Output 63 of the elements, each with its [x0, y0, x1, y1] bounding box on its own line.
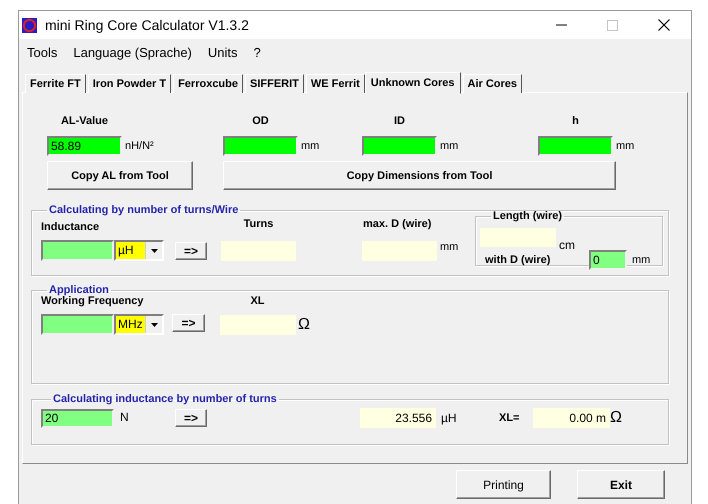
- result-field[interactable]: 23.556: [360, 408, 436, 428]
- result-field[interactable]: 0.00 m: [533, 408, 610, 428]
- tab[interactable]: WE Ferrit: [306, 74, 365, 93]
- unit-label: mm: [301, 140, 320, 152]
- field-label: XL: [249, 294, 266, 308]
- group-title: Application: [48, 284, 110, 296]
- input-field[interactable]: [41, 314, 114, 335]
- unit-label: µH: [441, 411, 458, 425]
- tab[interactable]: Air Cores: [462, 74, 522, 93]
- input-field[interactable]: [41, 240, 114, 261]
- tab[interactable]: Ferroxcube: [173, 74, 243, 93]
- group-title: Length (wire): [492, 210, 564, 222]
- field-label: XL=: [499, 411, 520, 425]
- menu-item[interactable]: Tools: [21, 44, 64, 60]
- calculate-button[interactable]: =>: [175, 409, 207, 427]
- unit-dropdown[interactable]: µH: [114, 240, 164, 261]
- tab[interactable]: Ferrite FT: [25, 74, 86, 93]
- unit-dropdown[interactable]: MHz: [114, 314, 164, 335]
- unit-label: cm: [559, 238, 575, 252]
- copy-button[interactable]: Copy Dimensions from Tool: [223, 161, 616, 190]
- field-label: with D (wire): [485, 253, 552, 267]
- tab[interactable]: Iron Powder T: [88, 74, 172, 93]
- calculate-button[interactable]: =>: [172, 314, 205, 332]
- field-label: AL-Value: [60, 114, 110, 128]
- field-label: OD: [251, 114, 270, 128]
- field-label: max. D (wire): [363, 217, 432, 231]
- unit-label: N: [120, 410, 130, 424]
- input-field[interactable]: 0: [589, 250, 627, 270]
- field-label: Working Frequency: [41, 295, 144, 308]
- field-label: ID: [393, 114, 406, 128]
- input-field[interactable]: [223, 136, 298, 156]
- input-field[interactable]: 58.89: [47, 136, 122, 156]
- field-label: Turns: [242, 217, 274, 231]
- unit-label: Ω: [298, 316, 310, 334]
- window-title: mini Ring Core Calculator V1.3.2: [45, 17, 249, 33]
- input-field[interactable]: 20: [41, 408, 114, 428]
- unit-label: nH/N²: [125, 140, 154, 152]
- menu-item[interactable]: Units: [202, 44, 244, 60]
- group-title: Calculating by number of turns/Wire: [48, 204, 240, 216]
- unit-label: Ω: [610, 409, 622, 427]
- caret-icon: [150, 322, 158, 326]
- exit-button[interactable]: Exit: [577, 470, 665, 499]
- menu-item[interactable]: Language (Sprache): [67, 44, 198, 60]
- group-title: Calculating inductance by number of turns: [52, 393, 278, 405]
- input-field[interactable]: [538, 136, 613, 156]
- unit-label: mm: [440, 140, 458, 152]
- field-label: h: [571, 114, 580, 128]
- tab[interactable]: Unknown Cores: [364, 72, 461, 94]
- close-icon[interactable]: [658, 19, 670, 31]
- unit-label: mm: [440, 240, 458, 252]
- unit-label: mm: [616, 140, 634, 152]
- tab[interactable]: SIFFERIT: [245, 74, 304, 93]
- field-label: Inductance: [41, 220, 100, 234]
- calculate-button[interactable]: =>: [175, 242, 207, 260]
- input-field[interactable]: [362, 136, 437, 156]
- caret-icon: [150, 248, 158, 252]
- print-button[interactable]: Printing: [456, 470, 551, 499]
- app-icon: [22, 18, 37, 32]
- unit-label: mm: [632, 254, 650, 266]
- copy-button[interactable]: Copy AL from Tool: [47, 161, 193, 190]
- minimize-icon[interactable]: [556, 24, 567, 26]
- menu-item[interactable]: ?: [248, 44, 267, 60]
- maximize-icon[interactable]: [607, 20, 618, 30]
